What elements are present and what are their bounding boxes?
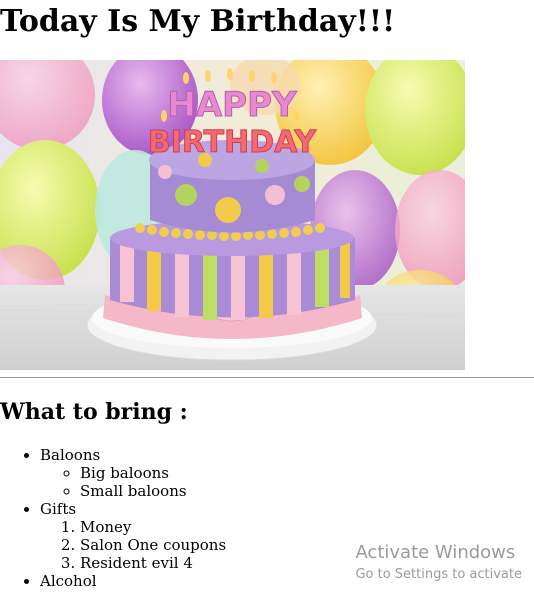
list-item: Money — [80, 518, 226, 536]
list-item-alcohol: Alcohol — [40, 572, 226, 590]
section-heading: What to bring : — [0, 399, 188, 425]
horizontal-divider — [0, 377, 534, 378]
list-item: Resident evil 4 — [80, 554, 226, 572]
cake-topper-happy: HAPPY — [167, 85, 297, 125]
cake-topper-birthday: BIRTHDAY — [148, 125, 318, 160]
list-item-label: Alcohol — [40, 572, 97, 590]
gifts-sublist: Money Salon One coupons Resident evil 4 — [40, 518, 226, 572]
watermark-title: Activate Windows — [355, 542, 516, 563]
list-item: Small baloons — [80, 482, 226, 500]
page: Today Is My Birthday!!! HAPPY BIRTHDAY W… — [0, 0, 534, 594]
activate-windows-watermark: Activate Windows Go to Settings to activ… — [355, 542, 522, 582]
list-item: Salon One coupons — [80, 536, 226, 554]
list-item-gifts: Gifts Money Salon One coupons Resident e… — [40, 500, 226, 572]
list-item-baloons: Baloons Big baloons Small baloons — [40, 446, 226, 500]
list-item-label: Baloons — [40, 446, 101, 464]
baloons-sublist: Big baloons Small baloons — [40, 464, 226, 500]
birthday-cake-image: HAPPY BIRTHDAY — [0, 60, 465, 370]
page-title: Today Is My Birthday!!! — [0, 4, 396, 39]
watermark-subtitle: Go to Settings to activate — [355, 567, 522, 582]
what-to-bring-list: Baloons Big baloons Small baloons Gifts … — [0, 446, 226, 590]
list-item-label: Gifts — [40, 500, 77, 518]
list-item: Big baloons — [80, 464, 226, 482]
